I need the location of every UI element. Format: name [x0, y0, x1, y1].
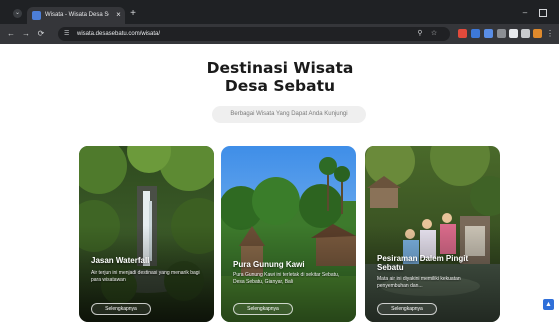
destination-card-pura-gunung-kawi[interactable]: Pura Gunung Kawi Pura Gunung Kawi ini te…	[221, 146, 356, 322]
selengkapnya-button[interactable]: Selengkapnya	[377, 303, 437, 315]
page-title-line-2: Desa Sebatu	[224, 77, 336, 95]
card-title: Pura Gunung Kawi	[233, 260, 305, 269]
card-description: Pura Gunung Kawi ini terletak di sekitar…	[233, 272, 340, 285]
ext-blue2-icon[interactable]	[484, 29, 493, 38]
temple-photo	[221, 146, 356, 322]
page-title: Destinasi Wisata Desa Sebatu	[150, 59, 410, 95]
url-text[interactable]: wisata.desasebatu.com/wisata/	[77, 30, 160, 38]
holy-spring-photo	[365, 146, 500, 322]
card-description: Mata air ini diyakini memiliki kekuatan …	[377, 276, 461, 289]
tab-search-icon[interactable]: ⌄	[13, 9, 22, 18]
back-button[interactable]: ←	[6, 29, 16, 39]
minimize-window-button[interactable]: –	[520, 8, 530, 18]
forward-button[interactable]: →	[21, 29, 31, 39]
selengkapnya-button[interactable]: Selengkapnya	[91, 303, 151, 315]
browser-toolbar: ← → ⟳ ☰ wisata.desasebatu.com/wisata/ ⚲ …	[0, 24, 559, 44]
page-content: Destinasi Wisata Desa Sebatu Berbagai Wi…	[0, 44, 559, 322]
page-subtitle: Berbagai Wisata Yang Dapat Anda Kunjungi	[212, 106, 366, 123]
ext-white-icon[interactable]	[509, 29, 518, 38]
destination-card-pesiraman-dalem-pingit[interactable]: Pesiraman Dalem Pingit Sebatu Mata air i…	[365, 146, 500, 322]
site-info-icon[interactable]: ☰	[64, 30, 72, 38]
card-title: Pesiraman Dalem Pingit Sebatu	[377, 254, 469, 272]
ext-gray-icon[interactable]	[497, 29, 506, 38]
bookmark-star-icon[interactable]: ☆	[430, 30, 438, 38]
card-description: Air terjun ini menjadi destinasi yang me…	[91, 270, 200, 283]
ext-red-icon[interactable]	[458, 29, 467, 38]
tab-close-icon[interactable]: ×	[114, 10, 123, 20]
tab-title: Wisata - Wisata Desa Sebatu	[45, 12, 109, 18]
ext-blue-icon[interactable]	[471, 29, 480, 38]
favicon-icon	[32, 11, 41, 20]
reload-button[interactable]: ⟳	[36, 29, 46, 39]
ext-orange-icon[interactable]	[533, 29, 542, 38]
browser-menu-icon[interactable]: ⋮	[545, 29, 555, 39]
ext-puzzle-icon[interactable]	[521, 29, 530, 38]
zoom-icon[interactable]: ⚲	[416, 30, 424, 38]
page-title-line-1: Destinasi Wisata	[206, 59, 354, 77]
browser-tab-active[interactable]: Wisata - Wisata Desa Sebatu ×	[27, 7, 125, 24]
scroll-to-top-button[interactable]: ▲	[543, 299, 554, 310]
new-tab-button[interactable]: +	[128, 9, 138, 19]
selengkapnya-button[interactable]: Selengkapnya	[233, 303, 293, 315]
card-title: Jasan Waterfall	[91, 256, 150, 265]
address-bar[interactable]: ☰ wisata.desasebatu.com/wisata/ ⚲ ☆	[58, 27, 450, 41]
waterfall-photo	[79, 146, 214, 322]
maximize-window-button[interactable]	[539, 9, 547, 17]
destination-card-jasan-waterfall[interactable]: Jasan Waterfall Air terjun ini menjadi d…	[79, 146, 214, 322]
browser-tab-bar: ⌄ Wisata - Wisata Desa Sebatu × + –	[0, 0, 559, 24]
